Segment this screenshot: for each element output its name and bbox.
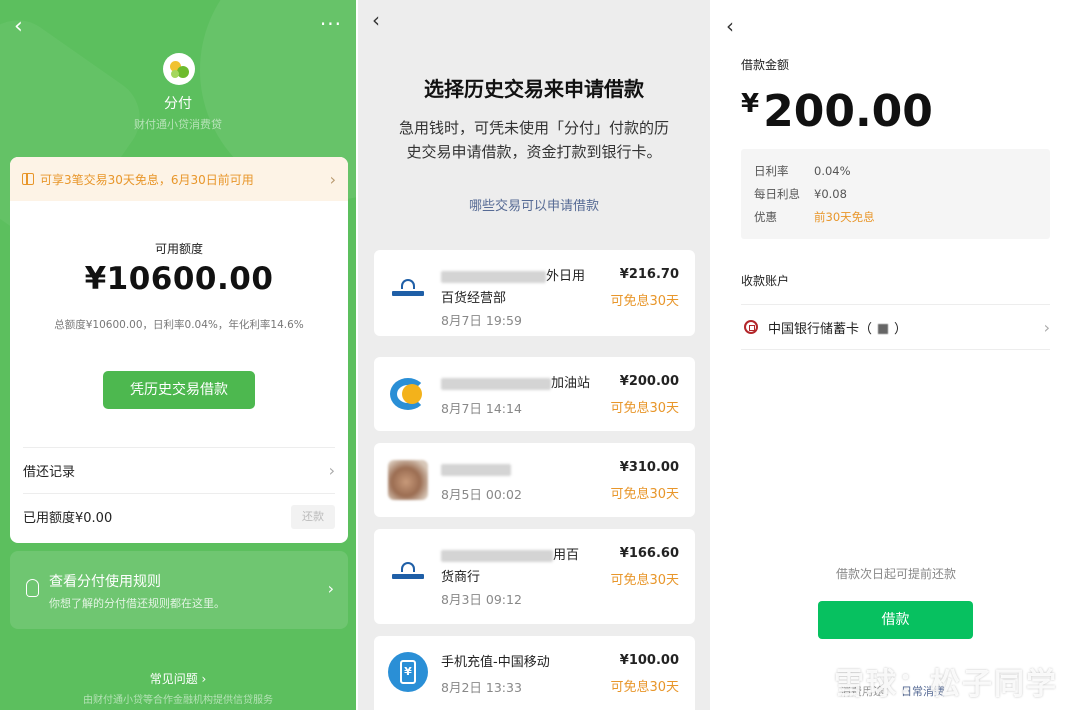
transaction-amount: ¥100.00 xyxy=(619,653,679,668)
chevron-right-icon: › xyxy=(328,461,335,480)
watermark: 雪球：松子同学 xyxy=(792,659,1058,703)
interest-free-note: 可免息30天 xyxy=(610,573,679,588)
used-credit-label: 已用额度¥0.00 xyxy=(23,511,113,526)
footer-note: 由财付通小贷等合作金融机构提供信贷服务 xyxy=(83,695,273,706)
avatar-photo-icon xyxy=(388,460,428,500)
transaction-name: 外日用 百货经营部 xyxy=(441,269,586,306)
transaction-item[interactable]: 用百 货商行 8月3日 09:12 ¥166.60 可免息30天 xyxy=(374,529,695,624)
transaction-date: 8月7日 19:59 xyxy=(441,313,522,328)
interest-free-note: 可免息30天 xyxy=(610,680,679,695)
interest-free-note: 可免息30天 xyxy=(610,294,679,309)
receiving-account-label: 收款账户 xyxy=(741,274,790,288)
transaction-amount: ¥310.00 xyxy=(619,460,679,475)
interest-free-note: 可免息30天 xyxy=(610,401,679,416)
rate-info-box: 日利率 0.04% 每日利息 ¥0.08 优惠 前30天免息 xyxy=(741,149,1050,239)
transaction-date: 8月2日 13:33 xyxy=(441,680,522,695)
loan-amount-label: 借款金额 xyxy=(741,58,790,72)
more-icon[interactable]: ··· xyxy=(320,14,342,34)
borrow-button[interactable]: 借款 xyxy=(818,601,973,639)
promo-text: 可享3笔交易30天免息，6月30日前可用 xyxy=(40,172,254,187)
available-credit-label: 可用额度 xyxy=(154,242,203,256)
rules-subtitle: 你想了解的分付借还规则都在这里。 xyxy=(49,597,225,610)
daily-interest-row: 每日利息 ¥0.08 xyxy=(754,187,847,201)
chevron-left-icon[interactable]: ‹ xyxy=(14,16,36,38)
borrow-by-history-button[interactable]: 凭历史交易借款 xyxy=(103,371,255,409)
receiving-account-row[interactable]: 中国银行储蓄卡（） › xyxy=(741,304,1050,350)
transaction-name: 加油站 xyxy=(441,373,606,395)
bank-logo-icon xyxy=(388,556,428,596)
bank-of-china-logo-icon xyxy=(744,320,758,334)
gas-station-logo-icon xyxy=(388,374,428,414)
transaction-date: 8月7日 14:14 xyxy=(441,401,522,416)
credit-detail: 总额度¥10600.00，日利率0.04%，年化利率14.6% xyxy=(54,319,304,331)
gift-icon xyxy=(22,173,34,185)
loan-application-panel: ‹ 借款金额 ¥200.00 日利率 0.04% 每日利息 ¥0.08 优惠 前30天… xyxy=(712,0,1080,710)
rules-card[interactable]: 查看分付使用规则 你想了解的分付借还规则都在这里。 › xyxy=(10,551,348,629)
repay-button[interactable]: 还款 xyxy=(291,504,335,529)
chevron-right-icon: › xyxy=(329,169,336,189)
transaction-item[interactable]: 加油站 8月7日 14:14 ¥200.00 可免息30天 xyxy=(374,357,695,431)
transaction-amount: ¥216.70 xyxy=(619,267,679,282)
chevron-left-icon[interactable]: ‹ xyxy=(372,8,380,32)
lightbulb-icon xyxy=(26,579,39,597)
transaction-amount: ¥166.60 xyxy=(619,546,679,561)
early-repay-note: 借款次日起可提前还款 xyxy=(835,567,956,581)
fenfu-home-panel: ‹ ··· 分付 财付通小贷消费贷 可享3笔交易30天免息，6月30日前可用 ›… xyxy=(0,0,356,710)
chevron-right-icon: › xyxy=(1043,317,1050,337)
transaction-item[interactable]: ¥ 手机充值-中国移动 8月2日 13:33 ¥100.00 可免息30天 xyxy=(374,636,695,710)
transaction-name: 用百 货商行 xyxy=(441,548,580,585)
faq-link[interactable]: 常见问题 › xyxy=(0,670,356,687)
credit-card: 可享3笔交易30天免息，6月30日前可用 › 可用额度 ¥10600.00 总额… xyxy=(10,157,348,543)
chevron-left-icon[interactable]: ‹ xyxy=(726,14,734,38)
mobile-topup-icon: ¥ xyxy=(388,652,428,692)
page-title: 选择历史交易来申请借款 xyxy=(424,77,644,101)
chevron-right-icon: › xyxy=(327,579,334,598)
transaction-amount: ¥200.00 xyxy=(619,374,679,389)
interest-free-note: 可免息30天 xyxy=(610,487,679,502)
rules-title: 查看分付使用规则 xyxy=(49,574,161,590)
transaction-date: 8月5日 00:02 xyxy=(441,487,522,502)
transaction-name: 手机充值-中国移动 xyxy=(441,655,550,670)
records-label: 借还记录 xyxy=(23,465,76,480)
snowball-logo-icon xyxy=(792,670,826,696)
loan-amount: ¥200.00 xyxy=(741,86,933,137)
records-row[interactable]: 借还记录 › xyxy=(23,447,335,493)
promo-banner[interactable]: 可享3笔交易30天免息，6月30日前可用 › xyxy=(10,157,348,201)
transaction-name xyxy=(441,459,606,481)
transaction-item[interactable]: 外日用 百货经营部 8月7日 19:59 ¥216.70 可免息30天 xyxy=(374,250,695,336)
transaction-item[interactable]: 8月5日 00:02 ¥310.00 可免息30天 xyxy=(374,443,695,517)
available-credit-amount: ¥10600.00 xyxy=(84,261,274,297)
brand-subtitle: 财付通小贷消费贷 xyxy=(134,118,222,131)
fenfu-logo xyxy=(163,53,195,85)
history-transactions-panel: ‹ 选择历史交易来申请借款 急用钱时，可凭未使用「分付」付款的历史交易申请借款，… xyxy=(358,0,710,710)
used-credit-row: 已用额度¥0.00 还款 xyxy=(23,493,335,539)
account-name: 中国银行储蓄卡（） xyxy=(768,321,908,337)
bank-logo-icon xyxy=(388,273,428,313)
discount-row: 优惠 前30天免息 xyxy=(754,210,875,224)
daily-rate-row: 日利率 0.04% xyxy=(754,164,851,178)
eligible-transactions-link[interactable]: 哪些交易可以申请借款 xyxy=(358,195,710,214)
transaction-date: 8月3日 09:12 xyxy=(441,592,522,607)
page-description: 急用钱时，可凭未使用「分付」付款的历史交易申请借款，资金打款到银行卡。 xyxy=(398,119,669,161)
brand-name: 分付 xyxy=(164,96,192,112)
